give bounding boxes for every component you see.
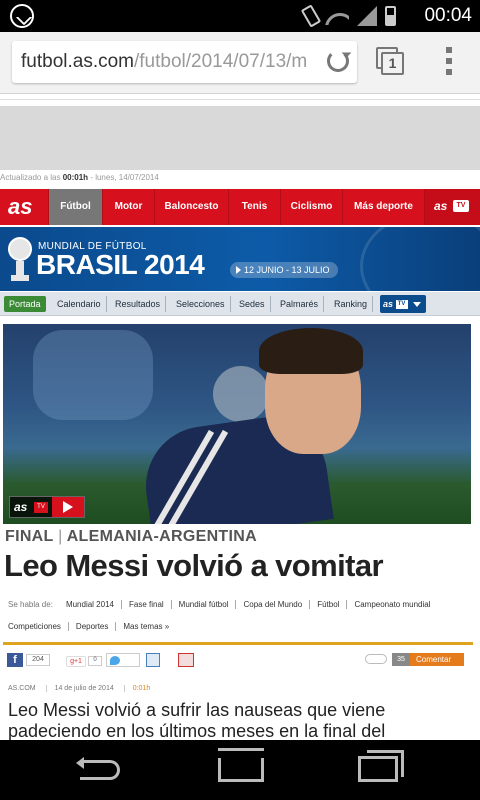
url-host: futbol.as.com <box>21 51 134 72</box>
divider <box>0 99 480 100</box>
reload-icon[interactable] <box>327 50 349 72</box>
badge-tv: TV <box>34 502 48 513</box>
tag-link[interactable]: Mundial fútbol <box>172 600 237 609</box>
clock: 00:04 <box>424 5 472 26</box>
url-path: /futbol/2014/07/13/m <box>134 51 308 72</box>
subnav-portada[interactable]: Portada <box>4 296 46 312</box>
url-text[interactable]: futbol.as.com/futbol/2014/07/13/m <box>21 51 321 73</box>
ad-placeholder <box>0 106 480 170</box>
nav-ciclismo[interactable]: Ciclismo <box>280 189 342 225</box>
tags-label: Se habla de: <box>8 600 53 609</box>
subnav-tv-tag: TV <box>395 300 408 310</box>
brasil-2014-banner[interactable]: MUNDIAL DE FÚTBOL BRASIL 2014 12 JUNIO -… <box>0 227 480 291</box>
google-plus-button[interactable]: g+1 <box>66 656 86 667</box>
meta-date: 14 de julio de 2014 <box>45 685 114 692</box>
tag-link[interactable]: Campeonato mundial <box>347 600 437 609</box>
signal-icon <box>357 6 377 26</box>
kicker-left: FINAL <box>5 528 54 545</box>
comment-button[interactable]: 35 Comentar <box>392 653 464 666</box>
sub-nav: Portada Calendario Resultados Seleccione… <box>0 292 480 316</box>
tv-tag: TV <box>453 200 469 212</box>
main-nav: as Fútbol Motor Baloncesto Tenis Ciclism… <box>0 189 480 225</box>
tag-link[interactable]: Deportes <box>69 622 117 631</box>
tags-row: Se habla de: Mundial 2014 Fase final Mun… <box>0 600 480 609</box>
as-logo[interactable]: as <box>8 194 32 220</box>
kicker-separator: | <box>58 528 63 545</box>
play-video-button[interactable]: as TV <box>9 496 85 518</box>
google-plus-count: 0 <box>88 656 102 666</box>
subnav-selecciones[interactable]: Selecciones <box>171 296 231 312</box>
banner-title: BRASIL 2014 <box>36 249 205 280</box>
system-nav-bar <box>0 740 480 800</box>
meta-source: AS.COM <box>8 685 36 692</box>
subnav-sedes[interactable]: Sedes <box>234 296 271 312</box>
subnav-as-tv-logo: as <box>383 299 394 309</box>
tag-link[interactable]: Copa del Mundo <box>236 600 311 609</box>
subnav-ranking[interactable]: Ranking <box>329 296 374 312</box>
subnav-calendario[interactable]: Calendario <box>52 296 107 312</box>
wifi-icon <box>325 7 349 25</box>
as-tv-logo: as <box>434 199 448 213</box>
updated-prefix: Actualizado a las <box>0 173 61 182</box>
twitter-share-button[interactable] <box>106 653 140 667</box>
status-bar: 00:04 <box>0 0 480 32</box>
updated-time: 00:01h <box>62 173 89 182</box>
tag-link[interactable]: Competiciones <box>1 622 69 631</box>
facebook-count: 204 <box>26 654 50 666</box>
nav-mas-deporte[interactable]: Más deporte <box>342 189 424 225</box>
nav-tenis[interactable]: Tenis <box>228 189 280 225</box>
updated-suffix: - lunes, 14/07/2014 <box>90 173 159 182</box>
web-page: Actualizado a las 00:01h - lunes, 14/07/… <box>0 94 480 740</box>
world-cup-trophy-icon <box>8 237 32 281</box>
banner-decoration <box>360 227 480 291</box>
tag-link[interactable]: Mundial 2014 <box>59 600 122 609</box>
updated-line: Actualizado a las 00:01h - lunes, 14/07/… <box>0 173 159 182</box>
whatsapp-icon <box>10 4 34 28</box>
play-icon <box>52 497 84 517</box>
nav-motor[interactable]: Motor <box>102 189 154 225</box>
address-bar[interactable]: futbol.as.com/futbol/2014/07/13/m <box>12 41 357 83</box>
badge-logo: as <box>14 500 28 514</box>
facebook-share-button[interactable]: f <box>7 653 23 667</box>
nav-futbol[interactable]: Fútbol <box>48 189 102 225</box>
vibrate-icon <box>300 4 322 28</box>
subnav-as-tv[interactable]: as TV <box>380 295 426 313</box>
as-tv-link[interactable]: as TV <box>424 189 480 225</box>
meta-time: 0:01h <box>123 685 151 692</box>
overflow-menu-icon[interactable] <box>446 47 452 75</box>
article-kicker: FINAL | ALEMANIA-ARGENTINA <box>5 528 257 546</box>
nav-baloncesto[interactable]: Baloncesto <box>154 189 228 225</box>
more-tags-link[interactable]: Mas temas » <box>116 622 176 631</box>
browser-toolbar: futbol.as.com/futbol/2014/07/13/m 1 <box>0 32 480 94</box>
subnav-palmares[interactable]: Palmarés <box>275 296 325 312</box>
tags-row: Competiciones Deportes Mas temas » <box>0 622 480 631</box>
battery-icon <box>385 6 396 26</box>
tabs-button[interactable]: 1 <box>376 47 404 75</box>
kicker-right: ALEMANIA-ARGENTINA <box>66 528 257 545</box>
tag-link[interactable]: Fútbol <box>310 600 348 609</box>
chevron-down-icon <box>413 302 421 307</box>
comment-count: 35 <box>392 653 410 666</box>
home-icon[interactable] <box>218 758 264 782</box>
subnav-resultados[interactable]: Resultados <box>110 296 167 312</box>
comment-label: Comentar <box>416 655 452 664</box>
divider <box>3 642 473 645</box>
tab-count: 1 <box>381 52 404 75</box>
article-meta: AS.COM 14 de julio de 2014 0:01h <box>8 685 151 692</box>
back-icon[interactable] <box>76 757 120 780</box>
print-icon[interactable] <box>178 653 194 667</box>
comment-bubble-icon <box>365 654 387 664</box>
hero-video[interactable]: as TV <box>3 324 471 524</box>
status-icons <box>300 4 396 28</box>
article-lead: Leo Messi volvió a sufrir las nauseas qu… <box>8 700 386 740</box>
share-icon[interactable] <box>146 653 160 667</box>
article-headline: Leo Messi volvió a vomitar <box>4 548 384 583</box>
recent-apps-icon[interactable] <box>358 750 404 782</box>
tag-link[interactable]: Fase final <box>122 600 172 609</box>
banner-dates: 12 JUNIO - 13 JULIO <box>230 262 338 278</box>
